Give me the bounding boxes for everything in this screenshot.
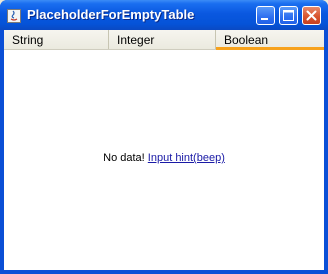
java-app-icon <box>7 8 21 23</box>
minimize-icon <box>261 18 268 20</box>
column-header-string[interactable]: String <box>4 30 109 49</box>
column-header-integer[interactable]: Integer <box>109 30 216 49</box>
table-viewport[interactable]: String Integer Boolean No data! Input hi… <box>4 30 324 270</box>
minimize-button[interactable] <box>256 6 275 25</box>
app-window: PlaceholderForEmptyTable String Integer … <box>0 0 328 274</box>
column-header-boolean[interactable]: Boolean <box>216 30 324 50</box>
maximize-icon <box>283 10 294 21</box>
title-bar[interactable]: PlaceholderForEmptyTable <box>0 0 328 30</box>
close-icon <box>306 10 317 21</box>
empty-message: No data! <box>103 152 145 164</box>
maximize-button[interactable] <box>279 6 298 25</box>
empty-table-placeholder: No data! Input hint(beep) <box>4 152 324 164</box>
window-title: PlaceholderForEmptyTable <box>27 7 195 22</box>
close-button[interactable] <box>302 6 321 25</box>
input-hint-link[interactable]: Input hint(beep) <box>148 152 225 164</box>
table-header: String Integer Boolean <box>4 30 324 50</box>
